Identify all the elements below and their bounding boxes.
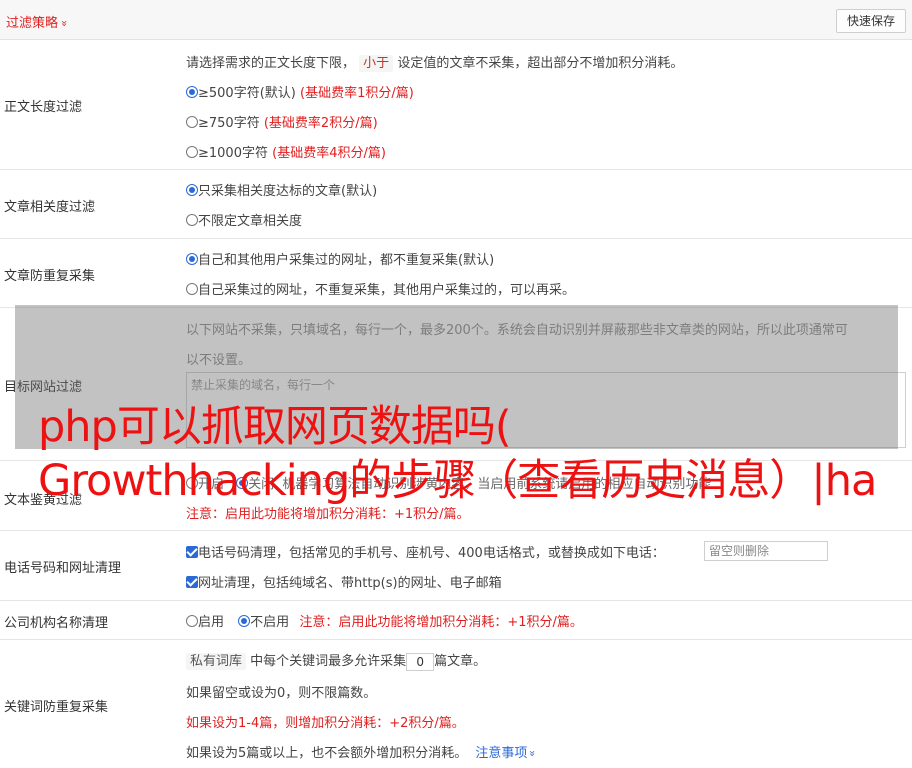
intro-text-end: 设定值的文章不采集，超出部分不增加积分消耗。 [397,56,684,71]
url-cleanup-option[interactable]: 网址清理，包括纯域名、带http(s)的网址、电子邮箱 [186,572,502,591]
dedupe-label: 文章防重复采集 [4,269,96,284]
length-option-500[interactable]: ≥500字符(默认) (基础费率1积分/篇) [186,82,414,101]
option-label: ≥500字符(默认) [198,86,296,101]
phone-cleanup-text: 电话号码清理，包括常见的手机号、座机号、400电话格式，或替换成如下电话： [198,546,665,561]
checkbox-icon[interactable] [186,576,198,588]
length-option-1000[interactable]: ≥1000字符 (基础费率4积分/篇) [186,142,386,161]
radio-icon[interactable] [186,184,198,196]
option-label: 自己和其他用户采集过的网址，都不重复采集(默认) [198,253,495,268]
filter-strategy-header: 过滤策略» 快速保存 [0,0,912,40]
radio-icon[interactable] [186,283,198,295]
keyword-label: 关键词防重复采集 [4,700,109,715]
org-name-options: 启用 不启用 注意：启用此功能将增加积分消耗：+1积分/篇。 [186,611,583,630]
url-cleanup-text: 网址清理，包括纯域名、带http(s)的网址、电子邮箱 [198,576,502,591]
quick-save-button[interactable]: 快速保存 [836,9,906,33]
keyword-limit-input[interactable]: 0 [406,652,435,671]
radio-icon[interactable] [186,86,198,98]
relevance-option-unlimited[interactable]: 不限定文章相关度 [186,210,302,229]
org-disable-option[interactable]: 不启用 [250,615,289,630]
intro-text: 请选择需求的正文长度下限， [186,56,356,71]
radio-icon[interactable] [186,146,198,158]
org-enable-option[interactable]: 启用 [198,615,224,630]
option-label: ≥1000字符 [198,146,268,161]
keyword-limit-line: 私有词库 中每个关键词最多允许采集 0 篇文章。 [186,650,486,671]
radio-icon[interactable] [238,615,251,627]
filter-strategy-title[interactable]: 过滤策略» [6,12,71,31]
keyword-text-post: 篇文章。 [434,654,487,669]
checkbox-icon[interactable] [186,546,198,558]
relevance-section: 文章相关度过滤 只采集相关度达标的文章(默认) 不限定文章相关度 [0,170,912,239]
header-title-text: 过滤策略 [6,16,59,31]
dedupe-section: 文章防重复采集 自己和其他用户采集过的网址，都不重复采集(默认) 自己采集过的网… [0,239,912,308]
keyword-line-4-text: 如果设为5篇或以上，也不会额外增加积分消耗。 [186,746,468,761]
option-rate: (基础费率4积分/篇) [272,146,386,161]
length-option-750[interactable]: ≥750字符 (基础费率2积分/篇) [186,112,378,131]
phone-cleanup-option[interactable]: 电话号码清理，包括常见的手机号、座机号、400电话格式，或替换成如下电话： [186,542,665,561]
option-label: ≥750字符 [198,116,260,131]
dedupe-option-self[interactable]: 自己采集过的网址，不重复采集，其他用户采集过的，可以再采。 [186,279,575,298]
keyword-line-3: 如果设为1-4篇，则增加积分消耗：+2积分/篇。 [186,716,465,731]
option-label: 只采集相关度达标的文章(默认) [198,184,378,199]
keyword-line-2: 如果留空或设为0，则不限篇数。 [186,686,377,701]
content-length-label: 正文长度过滤 [4,100,83,115]
keyword-section: 关键词防重复采集 私有词库 中每个关键词最多允许采集 0 篇文章。 如果留空或设为0… [0,640,912,768]
option-label: 不限定文章相关度 [198,214,303,229]
content-length-section: 正文长度过滤 请选择需求的正文长度下限， 小于 设定值的文章不采集，超出部分不增… [0,40,912,170]
chevron-down-icon: » [526,750,540,757]
watermark-text-line-1: php可以抓取网页数据吗( [38,402,512,452]
keyword-text-pre: 中每个关键词最多允许采集 [250,654,407,669]
radio-icon[interactable] [186,214,198,226]
content-length-intro: 请选择需求的正文长度下限， 小于 设定值的文章不采集，超出部分不增加积分消耗。 [186,52,684,72]
chevron-down-icon: » [57,20,71,27]
less-than-tag: 小于 [359,55,394,72]
notes-link[interactable]: 注意事项» [475,746,540,761]
notes-link-text: 注意事项 [475,746,528,761]
keyword-line-4: 如果设为5篇或以上，也不会额外增加积分消耗。 注意事项» [186,742,540,761]
radio-icon[interactable] [186,116,198,128]
dedupe-option-all[interactable]: 自己和其他用户采集过的网址，都不重复采集(默认) [186,249,494,268]
replacement-phone-input[interactable] [704,541,828,561]
option-rate: (基础费率2积分/篇) [263,116,378,131]
radio-icon[interactable] [186,253,198,265]
phone-url-label: 电话号码和网址清理 [4,561,122,576]
private-lexicon-tag[interactable]: 私有词库 [186,653,247,670]
org-name-label: 公司机构名称清理 [4,616,109,631]
relevance-label: 文章相关度过滤 [4,200,96,215]
option-label: 自己采集过的网址，不重复采集，其他用户采集过的，可以再采。 [198,283,576,298]
watermark-text-line-2: Growthhacking的步骤（查看历史消息）|ha [38,456,877,506]
org-note: 注意：启用此功能将增加积分消耗：+1积分/篇。 [299,615,583,630]
relevance-option-qualified[interactable]: 只采集相关度达标的文章(默认) [186,180,377,199]
option-rate: (基础费率1积分/篇) [300,86,414,101]
org-name-section: 公司机构名称清理 启用 不启用 注意：启用此功能将增加积分消耗：+1积分/篇。 [0,601,912,640]
radio-icon[interactable] [186,615,198,627]
